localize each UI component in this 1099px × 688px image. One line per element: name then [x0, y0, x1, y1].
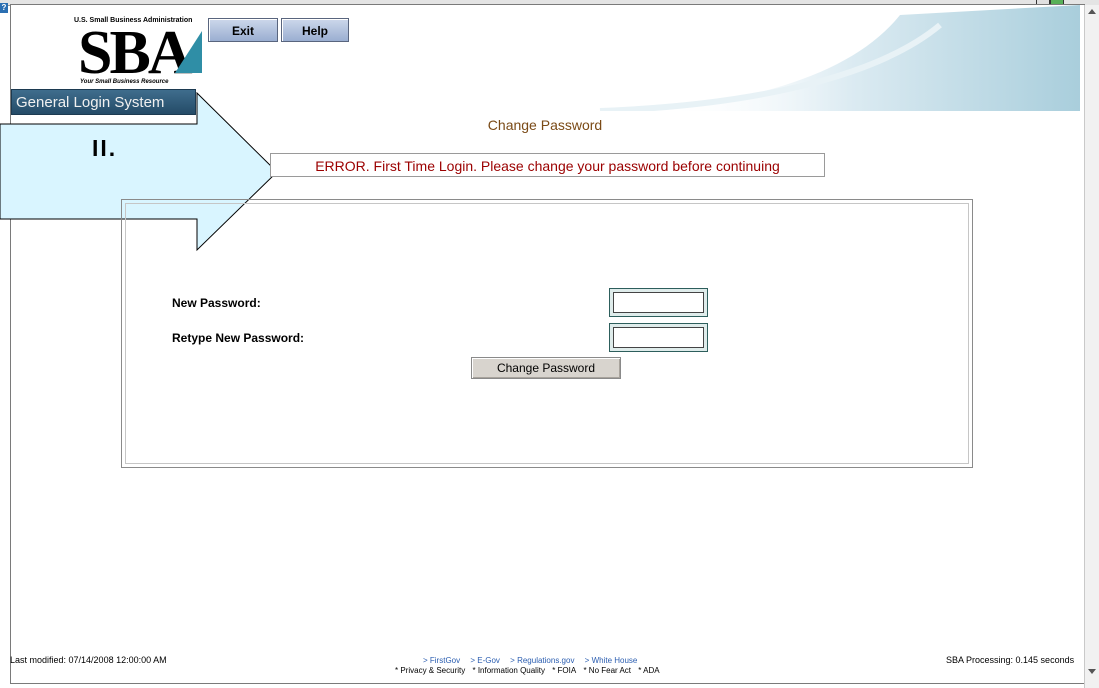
new-password-label: New Password: [172, 296, 261, 310]
scroll-up-arrow-icon[interactable] [1088, 9, 1096, 14]
scroll-down-arrow-icon[interactable] [1088, 669, 1096, 674]
header-swoosh-banner [599, 5, 1080, 111]
last-modified: Last modified: 07/14/2008 12:00:00 AM [10, 655, 167, 665]
retype-password-field-frame [609, 323, 708, 352]
help-button[interactable]: Help [281, 18, 349, 42]
change-password-button[interactable]: Change Password [471, 357, 621, 379]
vertical-scrollbar[interactable] [1084, 5, 1099, 688]
footer-policy-privacy[interactable]: * Privacy & Security [395, 666, 465, 675]
footer-policy-foia[interactable]: * FOIA [552, 666, 576, 675]
retype-password-label: Retype New Password: [172, 331, 305, 345]
sba-logo: U.S. Small Business Administration SBA Y… [74, 17, 204, 89]
exit-button[interactable]: Exit [208, 18, 278, 42]
footer-link-whitehouse[interactable]: > White House [585, 656, 638, 665]
logo-tagline: Your Small Business Resource [80, 79, 169, 85]
footer-policy-nofear[interactable]: * No Fear Act [583, 666, 631, 675]
footer-link-egov[interactable]: > E-Gov [470, 656, 500, 665]
processing-time: SBA Processing: 0.145 seconds [946, 655, 1075, 665]
logo-letters: SBA [78, 19, 193, 87]
logo-wedge-icon [175, 31, 202, 73]
step-label: II. [92, 135, 118, 161]
footer-link-regulations[interactable]: > Regulations.gov [510, 656, 574, 665]
retype-password-input[interactable] [613, 327, 704, 348]
page-title: Change Password [487, 117, 603, 133]
footer-link-firstgov[interactable]: > FirstGov [423, 656, 460, 665]
new-password-input[interactable] [613, 292, 704, 313]
new-password-field-frame [609, 288, 708, 317]
error-message: ERROR. First Time Login. Please change y… [270, 153, 825, 177]
footer-policy-ada[interactable]: * ADA [638, 666, 659, 675]
footer-links: > FirstGov > E-Gov > Regulations.gov > W… [395, 656, 705, 675]
footer-policy-quality[interactable]: * Information Quality [472, 666, 544, 675]
question-icon[interactable]: ? [0, 3, 8, 13]
